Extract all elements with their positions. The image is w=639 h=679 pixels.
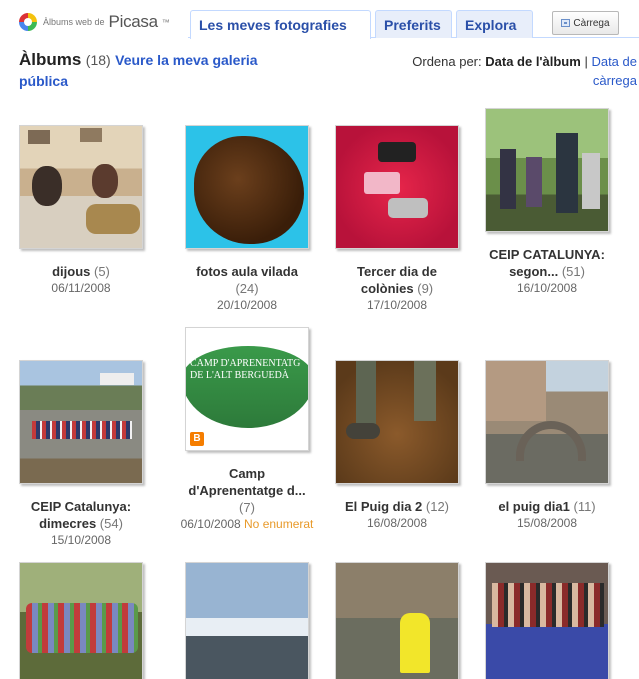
album-photo-count: (24): [235, 281, 259, 296]
album-title[interactable]: el puig dia1 (11): [472, 498, 622, 515]
logo-wordmark: Picasa: [108, 12, 159, 31]
album-card[interactable]: Tercer dia de colònies (9) 17/10/2008: [322, 125, 472, 313]
album-thumbnail[interactable]: [185, 125, 309, 249]
sort-controls: Ordena per: Data de l'àlbum | Data de cà…: [367, 52, 637, 90]
thumbnail-logo-text: CAMP D'APRENENTATG DE L'ALT BERGUEDÀ: [190, 358, 301, 381]
tab-my-photos[interactable]: Les meves fotografies: [190, 10, 371, 39]
album-name-text[interactable]: el puig dia1: [498, 499, 570, 514]
sort-by-album-date: Data de l'àlbum: [485, 54, 581, 69]
album-thumbnail[interactable]: [185, 562, 309, 679]
album-photo-count: (11): [573, 499, 596, 514]
album-title[interactable]: Tercer dia de colònies (9): [322, 263, 472, 297]
album-thumbnail[interactable]: [485, 562, 609, 679]
unlisted-flag: No enumerat: [244, 517, 314, 531]
album-date: 17/10/2008: [366, 298, 428, 312]
album-thumbnail[interactable]: [335, 125, 459, 249]
tab-favorites[interactable]: Preferits: [375, 10, 452, 38]
album-date: 20/10/2008: [216, 298, 278, 312]
sort-prefix: Ordena per:: [412, 54, 482, 69]
album-date: 15/10/2008: [50, 533, 112, 547]
album-name-text[interactable]: CEIP CATALUNYA: segon...: [489, 247, 605, 279]
album-thumbnail[interactable]: [335, 562, 459, 679]
album-photo-count: (5): [94, 264, 110, 279]
top-bar: Àlbums web de Picasa ™ Les meves fotograf…: [0, 0, 639, 40]
album-card[interactable]: CAMP D'APRENENTATG DE L'ALT BERGUEDÀ B C…: [172, 327, 322, 532]
album-card[interactable]: [172, 562, 322, 679]
upload-label: Càrrega: [573, 17, 610, 29]
logo-trademark: ™: [161, 17, 170, 27]
album-date: 15/08/2008: [516, 516, 578, 530]
album-title[interactable]: fotos aula vilada (24): [172, 263, 322, 297]
albums-heading: Àlbums (18) Veure la meva galeria públic…: [19, 50, 299, 92]
album-card[interactable]: el puig dia1 (11) 15/08/2008: [472, 360, 622, 531]
page-title: Àlbums: [19, 50, 82, 69]
album-card[interactable]: El Puig dia 2 (12) 16/08/2008: [322, 360, 472, 531]
album-name-text[interactable]: Camp d'Aprenentatge d...: [188, 466, 305, 498]
album-card[interactable]: [322, 562, 472, 679]
album-name-text[interactable]: dijous: [52, 264, 90, 279]
album-thumbnail[interactable]: [19, 125, 143, 249]
logo-subtitle: Àlbums web de: [43, 17, 105, 27]
album-thumbnail[interactable]: [485, 360, 609, 484]
album-card[interactable]: fotos aula vilada (24) 20/10/2008: [172, 125, 322, 313]
album-thumbnail[interactable]: [19, 360, 143, 484]
sort-separator: |: [584, 54, 588, 69]
album-name-text[interactable]: El Puig dia 2: [345, 499, 422, 514]
upload-icon: [561, 19, 571, 27]
album-title[interactable]: CEIP Catalunya: dimecres (54): [6, 498, 156, 532]
blogger-icon: B: [190, 432, 204, 446]
album-photo-count: (12): [425, 499, 450, 514]
album-photo-count: (54): [99, 516, 123, 531]
album-title[interactable]: El Puig dia 2 (12): [322, 498, 472, 515]
picasa-logo[interactable]: Àlbums web de Picasa ™: [19, 12, 170, 32]
album-card[interactable]: CEIP CATALUNYA: segon... (51) 16/10/2008: [472, 108, 622, 296]
album-photo-count: (7): [239, 500, 255, 515]
album-card[interactable]: [472, 562, 622, 679]
album-date: 06/11/2008: [51, 281, 111, 295]
album-title[interactable]: dijous (5): [6, 263, 156, 280]
album-photo-count: (51): [561, 264, 585, 279]
album-photo-count: (9): [417, 281, 434, 296]
album-thumbnail[interactable]: CAMP D'APRENENTATG DE L'ALT BERGUEDÀ B: [185, 327, 309, 451]
sort-by-upload-date-link[interactable]: Data de càrrega: [591, 54, 637, 88]
album-date: 16/10/2008: [516, 281, 578, 295]
album-card[interactable]: CEIP Catalunya: dimecres (54) 15/10/2008: [6, 360, 156, 548]
album-card[interactable]: dijous (5) 06/11/2008: [6, 125, 156, 296]
album-name-text[interactable]: fotos aula vilada: [196, 264, 298, 279]
album-title[interactable]: Camp d'Aprenentatge d... (7): [172, 465, 322, 516]
album-title[interactable]: CEIP CATALUNYA: segon... (51): [472, 246, 622, 280]
album-date: 06/10/2008 No enumerat: [172, 516, 322, 532]
album-date-text: 06/10/2008: [180, 517, 241, 531]
picasa-pinwheel-icon: [19, 13, 37, 31]
tab-explore[interactable]: Explora: [456, 10, 533, 38]
album-thumbnail[interactable]: [19, 562, 143, 679]
album-card[interactable]: [6, 562, 156, 679]
album-total-count: (18): [85, 52, 111, 68]
upload-button[interactable]: Càrrega: [552, 11, 619, 35]
album-date: 16/08/2008: [366, 516, 428, 530]
album-thumbnail[interactable]: [335, 360, 459, 484]
album-thumbnail[interactable]: [485, 108, 609, 232]
